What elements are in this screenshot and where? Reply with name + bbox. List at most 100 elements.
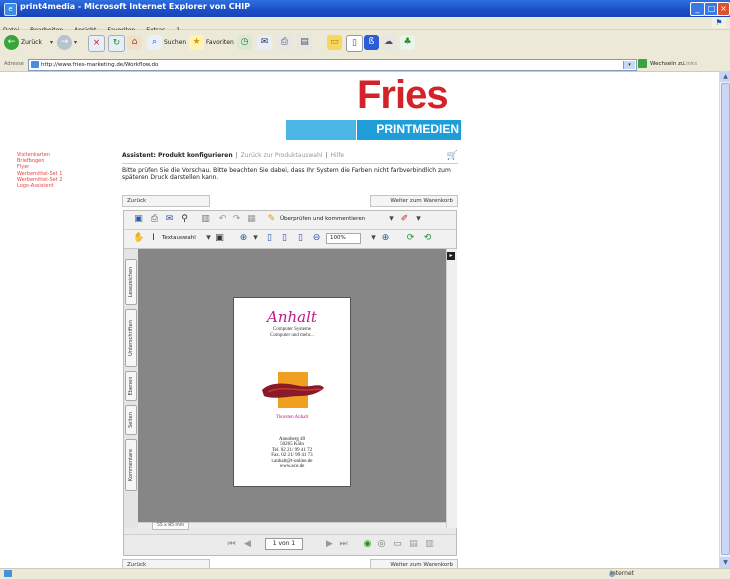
- print-icon[interactable]: ⎙: [277, 35, 292, 50]
- next-page-icon[interactable]: ▶: [324, 539, 335, 550]
- browser-toolbar: ← Zurück ▾ → ▾ × ↻ ⌂ ⌕ Suchen ★ Favorite…: [0, 30, 730, 59]
- status-bar: ◍ Internet: [0, 568, 730, 579]
- tab-signatures[interactable]: Unterschriften: [125, 309, 137, 367]
- zoom-select-dropdown-icon[interactable]: ▾: [368, 233, 379, 244]
- document-hscrollbar[interactable]: 55 x 85 mm: [138, 522, 446, 530]
- search-button-label[interactable]: Suchen: [164, 35, 186, 51]
- facing-icon[interactable]: ▥: [424, 539, 435, 550]
- go-arrow-icon[interactable]: [638, 59, 647, 68]
- pen-dropdown-icon[interactable]: ▾: [413, 214, 424, 225]
- fit-page-icon[interactable]: ▯: [279, 233, 290, 244]
- minimize-icon[interactable]: _: [690, 2, 705, 16]
- breadcrumb-back-link[interactable]: Zurück zur Produktauswahl: [241, 152, 323, 159]
- continuous-icon[interactable]: ▤: [408, 539, 419, 550]
- redo-icon[interactable]: ↷: [231, 214, 242, 225]
- research-icon[interactable]: ♣: [400, 35, 415, 50]
- go-button[interactable]: Wechseln zu: [650, 61, 684, 67]
- tab-bookmarks[interactable]: Lesezeichen: [125, 259, 137, 305]
- back-dropdown-icon[interactable]: ▾: [50, 35, 53, 51]
- review-icon[interactable]: ✎: [266, 214, 277, 225]
- next-view-icon[interactable]: ◎: [376, 539, 387, 550]
- find-icon[interactable]: ⚲: [179, 214, 190, 225]
- scroll-down-icon[interactable]: ▼: [720, 557, 730, 568]
- select-icon[interactable]: ▥: [200, 214, 211, 225]
- tab-pages[interactable]: Seiten: [125, 405, 137, 435]
- page-number-input[interactable]: 1 von 1: [265, 538, 303, 550]
- url-input[interactable]: http://www.fries-marketing.de/Workflow.d…: [28, 59, 637, 71]
- url-text[interactable]: http://www.fries-marketing.de/Workflow.d…: [41, 62, 158, 68]
- undo-icon[interactable]: ↶: [217, 214, 228, 225]
- print-icon[interactable]: ⎙: [149, 214, 160, 225]
- back-arrow-icon[interactable]: ←: [4, 35, 19, 50]
- stop-icon[interactable]: ×: [88, 35, 105, 52]
- scroll-up-icon[interactable]: ▲: [720, 71, 730, 82]
- card-line-2: Computer und mehr...: [270, 333, 314, 338]
- back-button-label[interactable]: Zurück: [21, 35, 42, 51]
- single-page-icon[interactable]: ▭: [392, 539, 403, 550]
- forward-dropdown-icon[interactable]: ▾: [74, 35, 77, 51]
- zoom-in-icon[interactable]: ⊕: [238, 233, 249, 244]
- history-icon[interactable]: ◷: [237, 35, 252, 50]
- review-dropdown-icon[interactable]: ▾: [386, 214, 397, 225]
- zoom-select[interactable]: 100%: [326, 233, 361, 244]
- mail-icon[interactable]: ✉: [257, 35, 272, 50]
- prev-view-icon[interactable]: ◉: [362, 539, 373, 550]
- nav-link-werbemittel-set-1[interactable]: Werbemittel-Set 1: [17, 171, 62, 177]
- close-icon[interactable]: ×: [717, 2, 730, 16]
- actual-size-icon[interactable]: ▯: [264, 233, 275, 244]
- save-icon[interactable]: ▣: [133, 214, 144, 225]
- fit-width-icon[interactable]: ▯: [295, 233, 306, 244]
- last-page-icon[interactable]: ⏭: [338, 539, 349, 550]
- tab-layers-label: Ebenen: [128, 376, 134, 396]
- nav-link-logo-assistent[interactable]: Logo-Assistent: [17, 183, 62, 189]
- email-icon[interactable]: ✉: [164, 214, 175, 225]
- breadcrumb-help-link[interactable]: Hilfe: [330, 152, 344, 159]
- text-select-dropdown-icon[interactable]: ▾: [203, 233, 214, 244]
- zoom-dropdown-icon[interactable]: ▾: [250, 233, 261, 244]
- tab-comments-label: Kommentare: [128, 448, 134, 482]
- refresh-icon[interactable]: ↻: [108, 35, 125, 52]
- cart-button-top[interactable]: Weiter zum Warenkorb: [370, 195, 458, 207]
- tab-comments[interactable]: Kommentare: [125, 439, 137, 491]
- pen-icon[interactable]: ✐: [399, 214, 410, 225]
- search-icon[interactable]: ⌕: [147, 35, 162, 50]
- rotate-ccw-icon[interactable]: ⟲: [422, 233, 433, 244]
- bluetooth-icon[interactable]: ß: [364, 35, 379, 50]
- ie-app-icon: e: [4, 3, 17, 16]
- back-button-top[interactable]: Zurück: [122, 195, 210, 207]
- text-select-menu[interactable]: Textauswahl: [162, 235, 196, 241]
- tab-layers[interactable]: Ebenen: [125, 371, 137, 401]
- scroll-thumb[interactable]: [721, 83, 730, 555]
- cart-icon[interactable]: 🛒: [447, 151, 458, 161]
- home-icon[interactable]: ⌂: [127, 35, 142, 50]
- document-scrollbar[interactable]: ▸: [446, 249, 457, 528]
- windows-flag-icon: ⚑: [712, 17, 726, 28]
- favorites-button-label[interactable]: Favoriten: [206, 35, 234, 51]
- document-icon[interactable]: ▯: [346, 35, 363, 52]
- rotate-icon[interactable]: ⟳: [405, 233, 416, 244]
- favorites-star-icon[interactable]: ★: [189, 35, 204, 50]
- edit-icon[interactable]: ▤: [297, 35, 312, 50]
- breadcrumb-separator: |: [235, 152, 238, 159]
- page-size-indicator: 55 x 85 mm: [152, 522, 190, 530]
- url-dropdown-icon[interactable]: ▾: [623, 61, 635, 69]
- messenger-icon[interactable]: ☁: [381, 35, 396, 50]
- text-select-icon[interactable]: Ⅰ: [148, 233, 159, 244]
- review-menu[interactable]: Überprüfen und kommentieren: [280, 216, 365, 222]
- snapshot-icon[interactable]: ▣: [214, 233, 225, 244]
- address-label: Adresse: [4, 61, 24, 67]
- page-scrollbar[interactable]: ▲ ▼: [719, 71, 730, 568]
- zoom-in-small-icon[interactable]: ⊕: [380, 233, 391, 244]
- attach-icon[interactable]: ▦: [246, 214, 257, 225]
- zoom-out-icon[interactable]: ⊖: [311, 233, 322, 244]
- fries-logo[interactable]: Fries PRINTMEDIEN: [286, 73, 461, 142]
- folder-icon[interactable]: ▭: [327, 35, 342, 50]
- prev-page-icon[interactable]: ◀: [242, 539, 253, 550]
- window-title-bar: e print4media - Microsoft Internet Explo…: [0, 0, 730, 17]
- tab-signatures-label: Unterschriften: [128, 320, 134, 356]
- hand-tool-icon[interactable]: ✋: [133, 233, 144, 244]
- scroll-right-icon[interactable]: ▸: [447, 252, 455, 260]
- first-page-icon[interactable]: ⏮: [226, 539, 237, 550]
- forward-arrow-icon[interactable]: →: [57, 35, 72, 50]
- links-toolbar[interactable]: Links: [683, 61, 697, 67]
